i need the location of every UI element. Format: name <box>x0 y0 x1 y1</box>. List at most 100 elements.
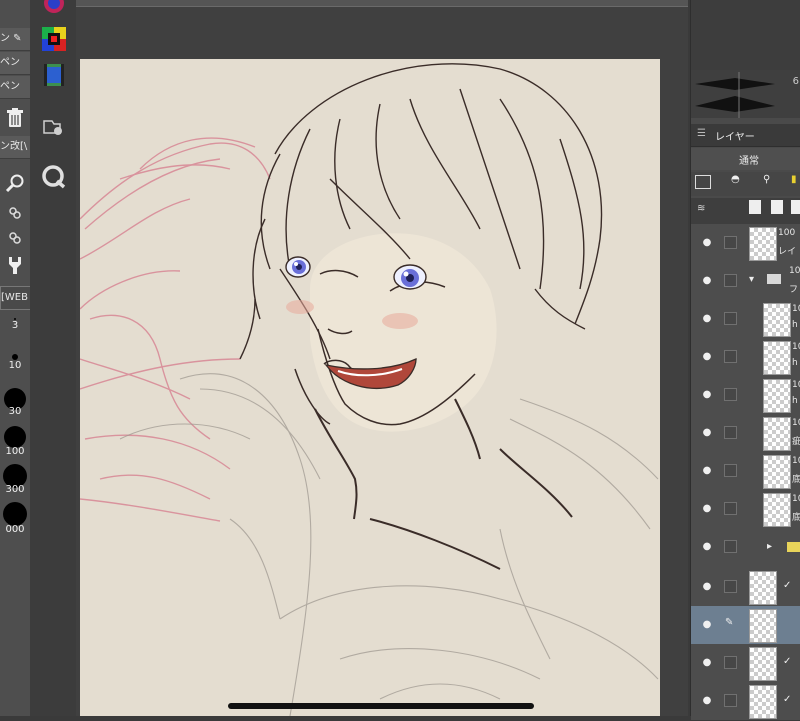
canvas-top-bar <box>76 0 688 7</box>
new-raster-layer-icon[interactable] <box>749 200 761 214</box>
ruler-icon[interactable]: ⚲ <box>763 174 770 185</box>
panel-tab-bar: ☰ レイヤー <box>691 124 800 147</box>
trash-icon[interactable] <box>3 105 27 131</box>
brush-size-100[interactable]: 100 <box>0 426 30 457</box>
layer-thumbnail <box>749 571 777 605</box>
panel-menu-icon[interactable]: ☰ <box>697 128 706 139</box>
layer-row[interactable]: ● 10 h <box>691 300 800 339</box>
zoom-value: 6 <box>792 76 799 87</box>
lock-toggle[interactable] <box>724 350 737 363</box>
blend-mode-select[interactable]: 通常 <box>691 148 800 170</box>
brush-size-3[interactable]: 3 <box>0 318 30 331</box>
eye-icon[interactable]: ● <box>701 695 713 707</box>
tool-tab-pen-3[interactable]: ペン <box>0 76 30 99</box>
layer-row[interactable]: ● 10 h <box>691 376 800 415</box>
sub-tool-icon-1[interactable] <box>3 200 27 226</box>
layer-thumbnail <box>763 493 791 527</box>
sketch-illustration <box>80 63 659 716</box>
home-indicator[interactable] <box>228 703 534 709</box>
brush-size-1000[interactable]: 000 <box>0 502 30 535</box>
eye-icon[interactable]: ● <box>701 465 713 477</box>
folder-row[interactable]: ● ▾ 10 フ <box>691 262 800 301</box>
layer-row[interactable]: ● 10 h <box>691 338 800 377</box>
new-vector-layer-icon[interactable] <box>771 200 783 214</box>
layer-row[interactable]: ● 100 レイ <box>691 224 800 263</box>
eye-icon[interactable]: ● <box>701 389 713 401</box>
brush-size-10[interactable]: 10 <box>0 354 30 371</box>
wrench-icon[interactable] <box>3 252 27 278</box>
mask-icon[interactable]: ◓ <box>731 174 740 185</box>
tab-layer[interactable]: レイヤー <box>715 128 755 143</box>
color-set-icon[interactable] <box>41 26 67 52</box>
brush-preview-panel: 6 <box>691 70 800 118</box>
palette-icon[interactable]: ▮ <box>791 174 797 185</box>
tool-tab-pen-1[interactable]: ン ✎ <box>0 28 30 51</box>
animation-icon[interactable] <box>41 62 67 88</box>
lock-toggle[interactable] <box>724 540 737 553</box>
lock-toggle[interactable] <box>724 580 737 593</box>
lock-toggle[interactable] <box>724 656 737 669</box>
chevron-right-icon[interactable]: ▸ <box>767 541 772 552</box>
drawing-canvas[interactable] <box>80 59 660 716</box>
eye-icon[interactable]: ● <box>701 503 713 515</box>
eye-icon[interactable]: ● <box>701 313 713 325</box>
lock-toggle[interactable] <box>724 426 737 439</box>
eye-icon[interactable]: ● <box>701 427 713 439</box>
check-icon: ✓ <box>783 656 792 667</box>
layer-thumbnail <box>763 455 791 489</box>
eye-icon[interactable]: ● <box>701 657 713 669</box>
layer-thumbnail <box>749 227 777 261</box>
chevron-down-icon[interactable]: ▾ <box>749 274 754 285</box>
new-folder-icon[interactable] <box>791 200 800 214</box>
layer-row[interactable]: ● ✓ <box>691 682 800 721</box>
layer-property-icon[interactable]: ≋ <box>697 203 705 214</box>
material-icon[interactable] <box>41 114 67 140</box>
check-icon: ✓ <box>783 694 792 705</box>
layer-color-icon[interactable] <box>695 175 711 189</box>
lock-toggle[interactable] <box>724 388 737 401</box>
layer-thumbnail <box>749 609 777 643</box>
lock-toggle[interactable] <box>724 236 737 249</box>
tool-column: ン ✎ ペン ペン ン改[\ [WEB 3 10 30 100 300 000 <box>0 0 32 716</box>
lock-toggle[interactable] <box>724 502 737 515</box>
lock-toggle[interactable] <box>724 464 737 477</box>
eye-icon[interactable]: ● <box>701 619 713 631</box>
eye-icon[interactable]: ● <box>701 581 713 593</box>
lock-toggle[interactable] <box>724 274 737 287</box>
eye-icon[interactable]: ● <box>701 541 713 553</box>
layer-thumbnail <box>749 685 777 719</box>
color-wheel-icon[interactable] <box>41 0 67 16</box>
pen-icon: ✎ <box>725 617 734 628</box>
layer-thumbnail <box>763 379 791 413</box>
lock-toggle[interactable] <box>724 694 737 707</box>
brush-size-30[interactable]: 30 <box>0 388 30 417</box>
layer-tool-row: ◓ ⚲ ▮ <box>691 172 800 196</box>
icon-column <box>30 0 77 716</box>
lock-toggle[interactable] <box>724 312 737 325</box>
tool-tab-pen-mod[interactable]: ン改[\ <box>0 136 30 159</box>
folder-icon <box>767 274 781 284</box>
layer-panel: 6 ☰ レイヤー 通常 ◓ ⚲ ▮ ≋ ● 100 レイ ● ▾ 10 フ ● … <box>690 0 800 721</box>
eye-icon[interactable]: ● <box>701 351 713 363</box>
canvas-area[interactable] <box>76 0 688 716</box>
quick-access-icon[interactable] <box>41 164 67 190</box>
layer-row[interactable]: ● 10 底 <box>691 490 800 529</box>
layer-row[interactable]: ● 10 底 <box>691 452 800 491</box>
magnifier-icon[interactable] <box>3 170 27 196</box>
layer-row[interactable]: ● ✓ <box>691 644 800 683</box>
tool-tab-pen-2[interactable]: ペン <box>0 52 30 75</box>
layer-thumbnail <box>763 417 791 451</box>
folder-row-collapsed[interactable]: ● ▸ <box>691 528 800 569</box>
layer-thumbnail <box>749 647 777 681</box>
layer-thumbnail <box>763 341 791 375</box>
sub-tool-icon-2[interactable] <box>3 225 27 251</box>
tool-tab-web[interactable]: [WEB <box>0 286 32 310</box>
layer-row-selected[interactable]: ● ✎ <box>691 606 800 645</box>
brush-size-300[interactable]: 300 <box>0 464 30 495</box>
check-icon: ✓ <box>783 580 792 591</box>
eye-icon[interactable]: ● <box>701 237 713 249</box>
layer-row[interactable]: ● ✓ <box>691 568 800 607</box>
layer-row[interactable]: ● 10 疵 <box>691 414 800 453</box>
eye-icon[interactable]: ● <box>701 275 713 287</box>
layer-thumbnail <box>763 303 791 337</box>
